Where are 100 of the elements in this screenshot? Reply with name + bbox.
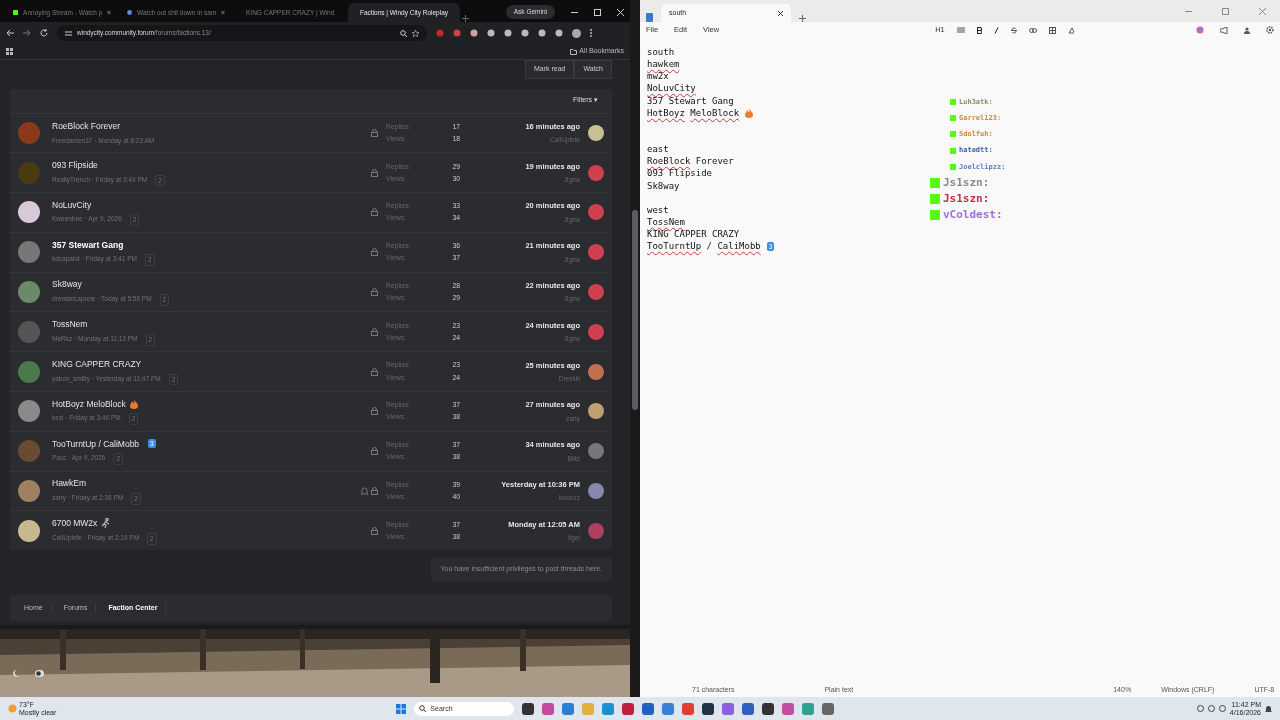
apps-grid-icon[interactable]: [6, 48, 13, 55]
extension-icon[interactable]: [487, 29, 495, 37]
note-text: hawkem: [647, 58, 680, 71]
clear-format-icon[interactable]: [1067, 26, 1075, 34]
taskbar-app-icon[interactable]: [702, 702, 715, 715]
taskbar-app-icon[interactable]: [642, 702, 655, 715]
user-avatar: [18, 201, 40, 224]
note-text: west: [647, 203, 669, 216]
user-avatar: [18, 360, 40, 383]
kick-badge-icon: [950, 115, 956, 122]
flame-icon: [129, 399, 138, 410]
reload-icon[interactable]: [40, 29, 48, 37]
extension-icon[interactable]: [453, 29, 461, 37]
thread-title[interactable]: NoLuvCity: [52, 198, 92, 212]
thread-title[interactable]: Sk8way: [52, 278, 82, 292]
toggle-icon[interactable]: [35, 670, 44, 677]
note-text: mw2x: [647, 70, 669, 83]
kick-badge-icon: [930, 194, 940, 204]
folder-icon: [570, 48, 578, 55]
note-text: HotBoyz: [647, 106, 685, 119]
note-text: TossNem: [647, 215, 685, 229]
taskbar-app-icon[interactable]: [762, 702, 775, 715]
link-icon[interactable]: [1028, 27, 1037, 33]
user-avatar: [18, 241, 40, 264]
lock-icon: [371, 367, 378, 376]
note-text: Forever: [695, 155, 734, 168]
new-tab-icon[interactable]: [799, 15, 806, 22]
thread-title[interactable]: 357 Stewart Gang: [52, 238, 124, 252]
user-avatar: [18, 480, 40, 503]
user-avatar: [18, 281, 40, 304]
note-text: Sk8way: [647, 179, 680, 192]
minimize-icon[interactable]: [571, 9, 578, 16]
kick-badge-icon: [950, 147, 956, 154]
user-avatar: [18, 121, 40, 144]
chat-username: Js1szn:: [943, 176, 990, 189]
user-avatar: [588, 522, 604, 539]
maximize-icon[interactable]: [594, 9, 601, 16]
taskbar-app-icon[interactable]: [622, 702, 635, 715]
user-avatar: [588, 204, 604, 221]
thread-title[interactable]: HotBoyz MeloBlock: [52, 397, 126, 411]
globe-icon: [127, 9, 133, 16]
user-avatar: [588, 483, 604, 500]
extension-icon[interactable]: [521, 29, 529, 37]
lock-icon: [371, 487, 378, 496]
settings-icon[interactable]: [1266, 26, 1274, 34]
note-text: 093 Flipside: [647, 167, 713, 180]
site-settings-icon: [65, 29, 72, 37]
person-icon[interactable]: [1244, 26, 1250, 34]
italic-icon[interactable]: [993, 26, 999, 34]
profile-avatar-icon[interactable]: [572, 28, 581, 38]
note-text: south: [647, 46, 675, 59]
user-avatar: [588, 244, 604, 261]
user-avatar: [588, 403, 604, 420]
back-icon[interactable]: [6, 29, 14, 37]
kick-badge-icon: [950, 131, 956, 138]
user-avatar: [588, 323, 604, 340]
lock-icon: [371, 526, 378, 535]
close-icon[interactable]: [778, 10, 783, 16]
lock-icon: [371, 327, 378, 336]
note-text: NoLuvCity: [647, 82, 696, 95]
megaphone-icon[interactable]: [1220, 26, 1228, 34]
scrollbar[interactable]: [630, 0, 640, 697]
note-text: /: [706, 240, 712, 253]
lock-icon: [371, 128, 378, 137]
taskbar-app-icon[interactable]: [522, 702, 535, 715]
thread-title[interactable]: HawkEm: [52, 477, 86, 491]
star-icon[interactable]: [412, 29, 419, 37]
extension-icon[interactable]: [555, 29, 563, 37]
forward-icon[interactable]: [23, 29, 31, 37]
copilot-icon[interactable]: [1196, 26, 1204, 34]
moon-icon[interactable]: [12, 670, 19, 677]
user-avatar: [588, 164, 604, 181]
bold-icon[interactable]: [976, 26, 982, 34]
user-avatar: [588, 443, 604, 460]
thread-title[interactable]: TossNem: [52, 318, 88, 331]
user-avatar: [18, 440, 40, 463]
strikethrough-icon[interactable]: [1010, 26, 1017, 34]
runner-icon: [101, 518, 111, 529]
start-icon[interactable]: [396, 703, 407, 714]
thread-title[interactable]: TooTurntUp / CaliMobb: [52, 437, 140, 451]
extension-icon[interactable]: [538, 29, 546, 37]
notification-bell-icon[interactable]: [1265, 704, 1272, 713]
new-tab-icon[interactable]: [462, 15, 469, 22]
search-icon[interactable]: [400, 29, 407, 37]
note-text: RoeBlock: [647, 155, 691, 168]
user-avatar: [18, 320, 40, 343]
table-icon[interactable]: [1048, 26, 1056, 34]
thread-title[interactable]: RoeBlock Forever: [52, 120, 121, 133]
note-text: east: [647, 143, 669, 156]
thread-title[interactable]: KING CAPPER CRAZY: [52, 357, 142, 371]
taskbar-app-icon[interactable]: [822, 702, 835, 715]
extension-icon[interactable]: [470, 29, 478, 37]
thread-title[interactable]: 6700 MW2x: [52, 517, 98, 530]
user-avatar: [18, 400, 40, 423]
extension-icon[interactable]: [504, 29, 512, 37]
user-avatar: [588, 124, 604, 141]
thread-title[interactable]: 093 Flipside: [52, 158, 98, 172]
taskbar-app-icon[interactable]: [742, 702, 755, 715]
note-text: CaliMobb: [717, 240, 761, 253]
chat-username: Js1szn:: [943, 192, 990, 206]
